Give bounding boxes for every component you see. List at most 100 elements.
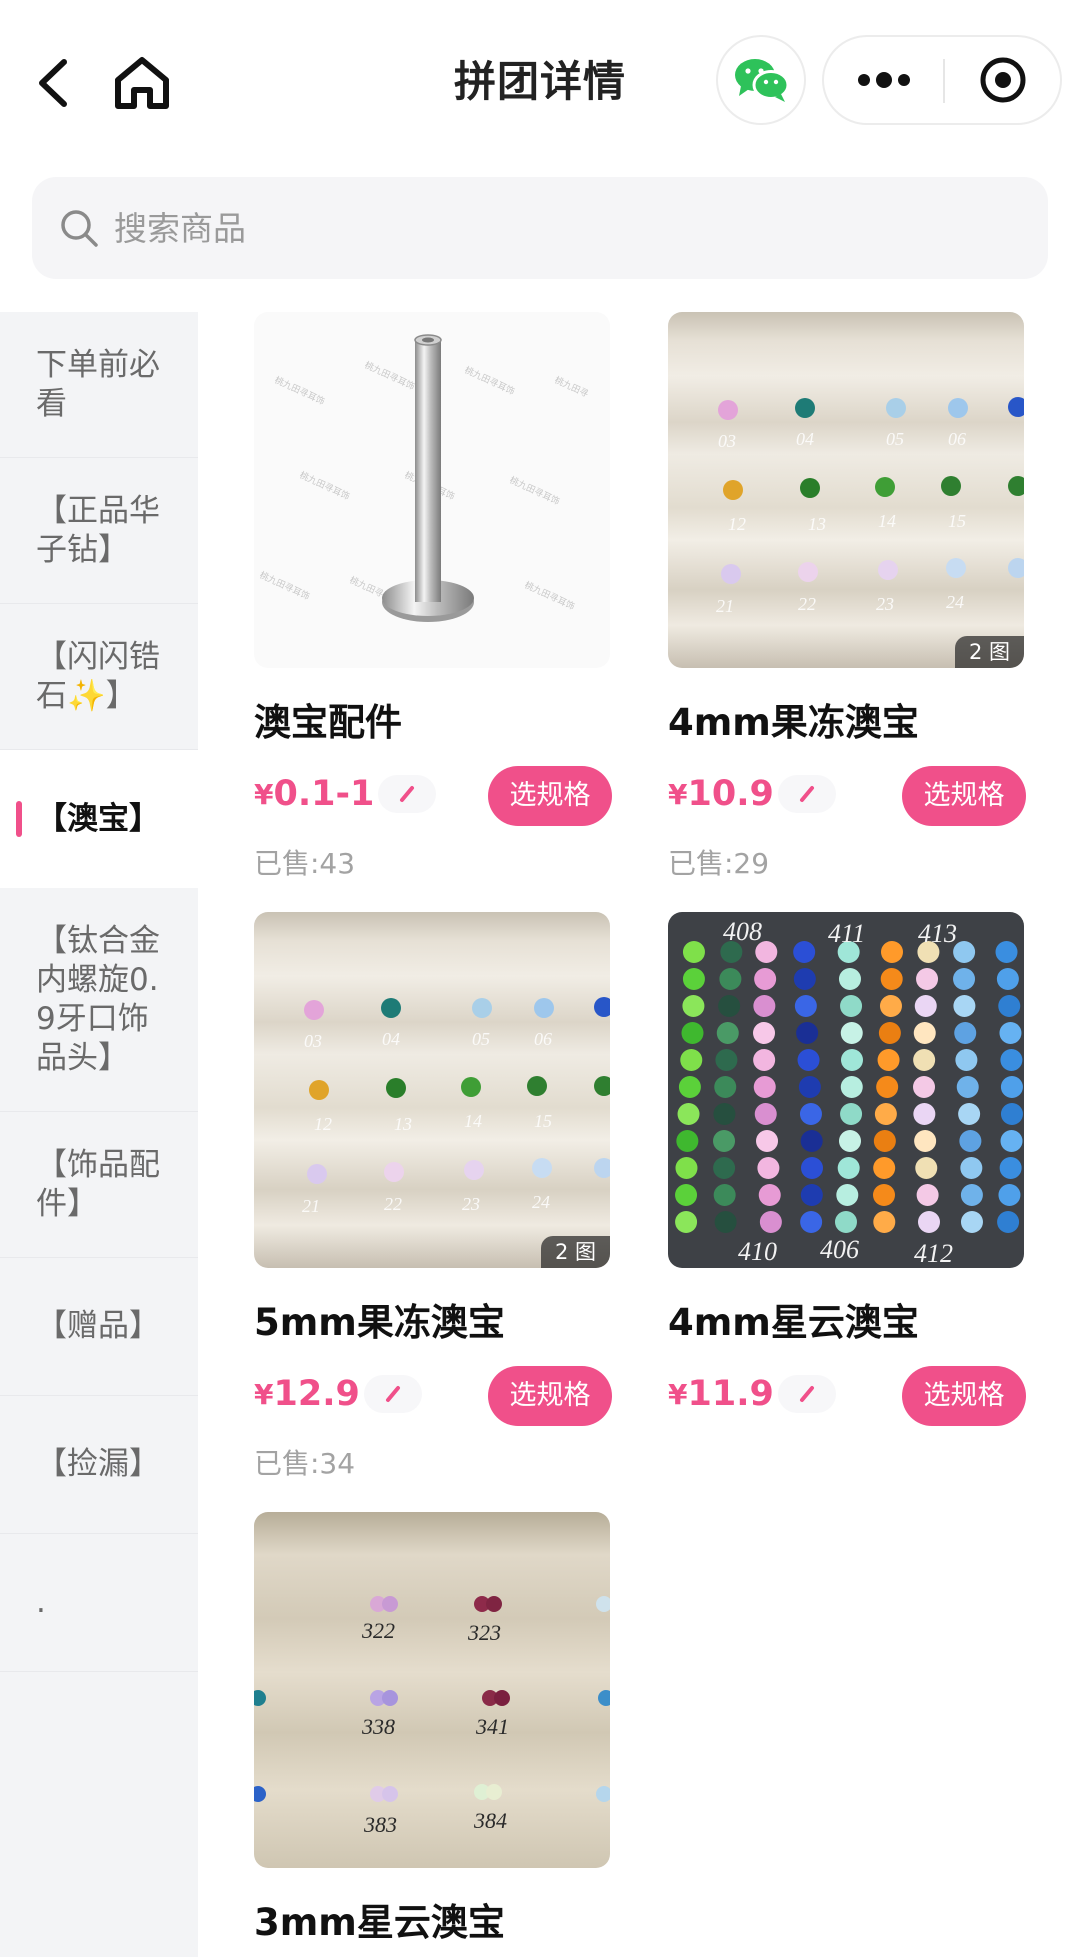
chevron-left-icon [39,59,67,107]
category-sidebar: 下单前必看 【正品华子钻】 【闪闪锆石✨】 【澳宝】 【钛合金内螺旋0.9牙口饰… [0,312,198,1957]
product-name: 4mm星云澳宝 [668,1301,919,1344]
category-item-swarovski[interactable]: 【正品华子钻】 [0,458,198,604]
category-item-zircon[interactable]: 【闪闪锆石✨】 [0,604,198,750]
opal-bead [914,1130,937,1152]
opal-bead [714,1211,737,1233]
category-item-bargain[interactable]: 【捡漏】 [0,1396,198,1534]
opal-bead [753,995,776,1017]
tray-number: 12 [728,514,746,534]
select-spec-button[interactable]: 选规格 [902,766,1026,826]
labret-post-image: 桃九田寻耳饰 桃九田寻耳饰 桃九田寻耳饰 桃九田寻 桃九田寻耳饰 桃九田寻耳饰 … [258,334,590,622]
opal-bead [913,1022,936,1044]
tray-number: 24 [946,592,964,612]
opal-bead [999,1157,1022,1179]
opal-bead [753,1076,776,1098]
product-image[interactable]: 03 04 05 06 12 13 14 15 21 22 23 24 2 图 [668,312,1024,668]
more-button[interactable] [824,37,943,123]
opal-bead [1000,1049,1023,1071]
opal-bead [917,1211,940,1233]
product-price: ¥ 10.9 [668,774,836,814]
product-image[interactable]: 408 411 413 410 406 412 [668,912,1024,1268]
sold-count: 已售:34 [254,1447,356,1480]
product-image[interactable]: 03 04 05 06 12 13 14 15 21 22 23 24 2 图 [254,912,610,1268]
opal-bead [682,995,705,1017]
opal-bead [916,968,939,990]
opal-bead [953,995,976,1017]
opal-columns-image: 408 411 413 410 406 412 [675,917,1023,1268]
column-number: 413 [918,919,957,948]
opal-bead [840,1022,863,1044]
category-label: 【闪闪锆石✨】 [36,638,160,714]
category-label: 【澳宝】 [36,800,160,837]
velvet-number: 322 [361,1618,395,1643]
product-grid: 桃九田寻耳饰 桃九田寻耳饰 桃九田寻耳饰 桃九田寻 桃九田寻耳饰 桃九田寻耳饰 … [198,312,1080,1957]
home-icon [115,57,169,109]
opal-bead [955,1049,978,1071]
edit-price-button[interactable] [777,775,836,813]
back-button[interactable] [28,50,84,114]
product-card[interactable]: 桃九田寻耳饰 桃九田寻耳饰 桃九田寻耳饰 桃九田寻 桃九田寻耳饰 桃九田寻耳饰 … [254,312,612,882]
pencil-icon [799,786,814,802]
category-item-dot[interactable]: . [0,1534,198,1672]
category-label: 【钛合金内螺旋0.9牙口饰品头】 [36,922,160,1076]
opal-bead [753,1022,776,1044]
close-miniapp-button[interactable] [945,37,1060,123]
product-image[interactable]: 桃九田寻耳饰 桃九田寻耳饰 桃九田寻耳饰 桃九田寻 桃九田寻耳饰 桃九田寻耳饰 … [254,312,610,668]
product-card[interactable]: 322 323 338 341 383 384 3mm星云澳宝 [254,1512,610,1957]
category-label: 【捡漏】 [36,1446,160,1482]
opal-bead [997,1211,1020,1233]
wechat-share-button[interactable] [716,35,806,125]
opal-bead [873,1211,896,1233]
product-card[interactable]: 03 04 05 06 12 13 14 15 21 22 23 24 2 图 … [254,912,612,1482]
svg-text:桃九田寻耳饰: 桃九田寻耳饰 [273,374,327,408]
wechat-icon [735,59,789,102]
category-item-read-first[interactable]: 下单前必看 [0,312,198,458]
tray-number: 23 [876,594,894,614]
opal-bead [877,1049,900,1071]
edit-price-button[interactable] [378,775,437,813]
tray-number: 13 [394,1114,412,1134]
product-name: 3mm星云澳宝 [254,1901,505,1944]
velvet-number: 323 [467,1620,501,1645]
edit-price-button[interactable] [777,1375,836,1413]
search-input[interactable] [114,208,994,248]
search-icon [61,210,98,247]
opal-bead [793,941,816,963]
tray-number: 21 [716,596,734,616]
home-button[interactable] [110,50,174,114]
tray-number: 03 [304,1031,322,1051]
opal-bead [677,1103,700,1125]
opal-bead [680,1049,703,1071]
select-spec-button[interactable]: 选规格 [488,1366,612,1426]
opal-bead [840,1103,863,1125]
opal-bead [996,968,1019,990]
edit-price-button[interactable] [363,1375,422,1413]
category-item-accessories[interactable]: 【饰品配件】 [0,1112,198,1258]
product-image[interactable]: 322 323 338 341 383 384 [254,1512,610,1868]
tray-number: 22 [384,1194,402,1214]
tray-number: 04 [382,1029,400,1049]
search-bar[interactable] [32,177,1048,279]
tray-number: 14 [878,511,896,531]
opal-bead [713,1130,736,1152]
category-item-titanium-tops[interactable]: 【钛合金内螺旋0.9牙口饰品头】 [0,888,198,1112]
select-spec-button[interactable]: 选规格 [902,1366,1026,1426]
opal-bead [682,941,705,963]
category-item-opal[interactable]: 【澳宝】 [0,750,198,888]
category-item-gifts[interactable]: 【赠品】 [0,1258,198,1396]
svg-text:桃九田寻耳饰: 桃九田寻耳饰 [363,359,417,393]
opal-bead [793,968,816,990]
product-card[interactable]: 03 04 05 06 12 13 14 15 21 22 23 24 2 图 … [668,312,1026,882]
opal-bead [716,1022,739,1044]
opal-bead [841,1049,863,1071]
select-spec-button[interactable]: 选规格 [488,766,612,826]
currency-symbol: ¥ [668,1377,688,1411]
product-card[interactable]: 408 411 413 410 406 412 4mm星云澳宝 ¥ 11.9 选… [668,912,1026,1482]
tray-number: 06 [534,1029,552,1049]
currency-symbol: ¥ [254,777,274,811]
opal-bead [800,1157,823,1179]
opal-bead [998,995,1021,1017]
tray-number: 23 [462,1194,480,1214]
opal-bead [834,1211,857,1233]
pencil-icon [400,786,415,802]
